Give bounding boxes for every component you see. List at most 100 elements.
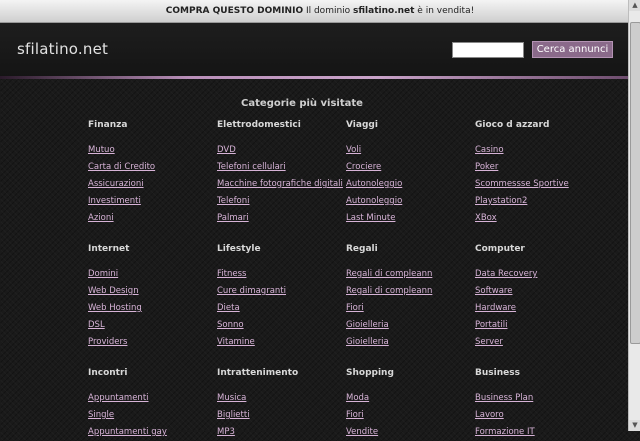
list-item: Lavoro [475, 407, 600, 424]
vertical-scrollbar[interactable]: ▲ ▼ [628, 0, 640, 431]
category-heading: Intrattenimento [217, 368, 299, 378]
list-item: Mutuo [88, 142, 213, 159]
list-item: Fiori [346, 407, 471, 424]
category-link[interactable]: Vitamine [217, 337, 255, 347]
category-link-list: Mutuo Carta di Credito Assicurazioni Invest… [88, 142, 213, 227]
category-link[interactable]: Azioni [88, 213, 114, 223]
page-title: Categorie più visitate [241, 98, 363, 109]
category-link[interactable]: Carta di Credito [88, 162, 155, 172]
list-item: Providers [88, 334, 213, 351]
category-link[interactable]: Autonoleggio [346, 179, 402, 189]
list-item: Playstation2 [475, 193, 600, 210]
category-link[interactable]: Regali di compleann [346, 269, 432, 279]
category-regali: Regali Regali di compleann Regali di compl… [346, 242, 471, 351]
scroll-up-icon[interactable]: ▲ [629, 0, 640, 11]
category-link[interactable]: MP3 [217, 427, 235, 437]
list-item: Sonno [217, 317, 342, 334]
list-item: Web Design [88, 283, 213, 300]
category-link[interactable]: Autonoleggio [346, 196, 402, 206]
category-link[interactable]: Hardware [475, 303, 516, 313]
category-link[interactable]: Server [475, 337, 503, 347]
list-item: Moda [346, 390, 471, 407]
list-item: Single [88, 407, 213, 424]
category-link[interactable]: Scommessse Sportive [475, 179, 569, 189]
category-link[interactable]: Web Design [88, 286, 139, 296]
category-link[interactable]: Casino [475, 145, 504, 155]
category-link[interactable]: Fitness [217, 269, 246, 279]
list-item: Appuntamenti [88, 390, 213, 407]
category-link[interactable]: Single [88, 410, 114, 420]
list-item: Crociere [346, 159, 471, 176]
category-link[interactable]: Telefoni cellulari [217, 162, 286, 172]
site-logo[interactable]: sfilatino.net [17, 40, 108, 58]
category-link[interactable]: Formazione IT [475, 427, 535, 437]
category-link[interactable]: Playstation2 [475, 196, 527, 206]
category-heading: Finanza [88, 120, 128, 130]
list-item: Casino [475, 142, 600, 159]
category-intrattenimento: Intrattenimento Musica Biglietti MP3 [217, 366, 342, 441]
category-link[interactable]: Moda [346, 393, 369, 403]
category-link[interactable]: Telefoni [217, 196, 250, 206]
category-link[interactable]: Appuntamenti gay [88, 427, 167, 437]
category-link[interactable]: Gioielleria [346, 320, 389, 330]
category-link[interactable]: Macchine fotografiche digitali [217, 179, 343, 189]
category-heading: Viaggi [346, 120, 378, 130]
category-link[interactable]: Musica [217, 393, 246, 403]
category-link[interactable]: Software [475, 286, 512, 296]
category-link[interactable]: Cure dimagranti [217, 286, 286, 296]
category-link[interactable]: Crociere [346, 162, 381, 172]
category-link[interactable]: Sonno [217, 320, 244, 330]
category-heading: Shopping [346, 368, 394, 378]
category-link[interactable]: Biglietti [217, 410, 250, 420]
category-link[interactable]: Lavoro [475, 410, 504, 420]
category-link[interactable]: Fiori [346, 410, 364, 420]
search-button[interactable]: Cerca annunci [532, 41, 613, 58]
category-link[interactable]: Vendite [346, 427, 378, 437]
sale-banner[interactable]: COMPRA QUESTO DOMINIO Il dominio sfilati… [0, 0, 640, 23]
category-heading: Elettrodomestici [217, 120, 301, 130]
category-link[interactable]: Business Plan [475, 393, 533, 403]
category-link[interactable]: Providers [88, 337, 127, 347]
category-link[interactable]: Voli [346, 145, 361, 155]
category-link-list: Data Recovery Software Hardware Portatili Se… [475, 266, 600, 351]
category-link[interactable]: Mutuo [88, 145, 115, 155]
category-link[interactable]: Data Recovery [475, 269, 537, 279]
list-item: Fiori [346, 300, 471, 317]
scroll-down-icon[interactable]: ▼ [629, 420, 640, 431]
list-item: Hardware [475, 300, 600, 317]
category-link[interactable]: XBox [475, 213, 497, 223]
category-link-list: DVD Telefoni cellulari Macchine fotografic… [217, 142, 343, 227]
category-link[interactable]: DSL [88, 320, 105, 330]
category-link[interactable]: Fiori [346, 303, 364, 313]
list-item: Regali di compleann [346, 266, 471, 283]
category-link[interactable]: Poker [475, 162, 498, 172]
category-link[interactable]: Regali di compleann [346, 286, 432, 296]
list-item: Azioni [88, 210, 213, 227]
category-link[interactable]: DVD [217, 145, 236, 155]
category-link-list: Business Plan Lavoro Formazione IT [475, 390, 600, 441]
category-link[interactable]: Palmari [217, 213, 249, 223]
header-divider [0, 76, 628, 79]
category-link[interactable]: Assicurazioni [88, 179, 144, 189]
list-item: Domini [88, 266, 213, 283]
search-input[interactable] [452, 42, 524, 58]
list-item: Carta di Credito [88, 159, 213, 176]
list-item: DSL [88, 317, 213, 334]
category-lifestyle: Lifestyle Fitness Cure dimagranti Dieta Sonn… [217, 242, 342, 351]
category-link[interactable]: Appuntamenti [88, 393, 149, 403]
category-link[interactable]: Last Minute [346, 213, 395, 223]
category-link[interactable]: Web Hosting [88, 303, 142, 313]
list-item: Macchine fotografiche digitali [217, 176, 343, 193]
category-heading: Lifestyle [217, 244, 261, 254]
category-shopping: Shopping Moda Fiori Vendite [346, 366, 471, 441]
category-link[interactable]: Domini [88, 269, 118, 279]
category-link[interactable]: Dieta [217, 303, 240, 313]
buy-domain-link[interactable]: COMPRA QUESTO DOMINIO [166, 6, 303, 16]
list-item: XBox [475, 210, 600, 227]
category-link[interactable]: Portatili [475, 320, 507, 330]
category-link[interactable]: Investimenti [88, 196, 141, 206]
category-link[interactable]: Gioielleria [346, 337, 389, 347]
category-computer: Computer Data Recovery Software Hardware Por… [475, 242, 600, 351]
scroll-thumb[interactable] [630, 22, 640, 344]
category-heading: Internet [88, 244, 130, 254]
